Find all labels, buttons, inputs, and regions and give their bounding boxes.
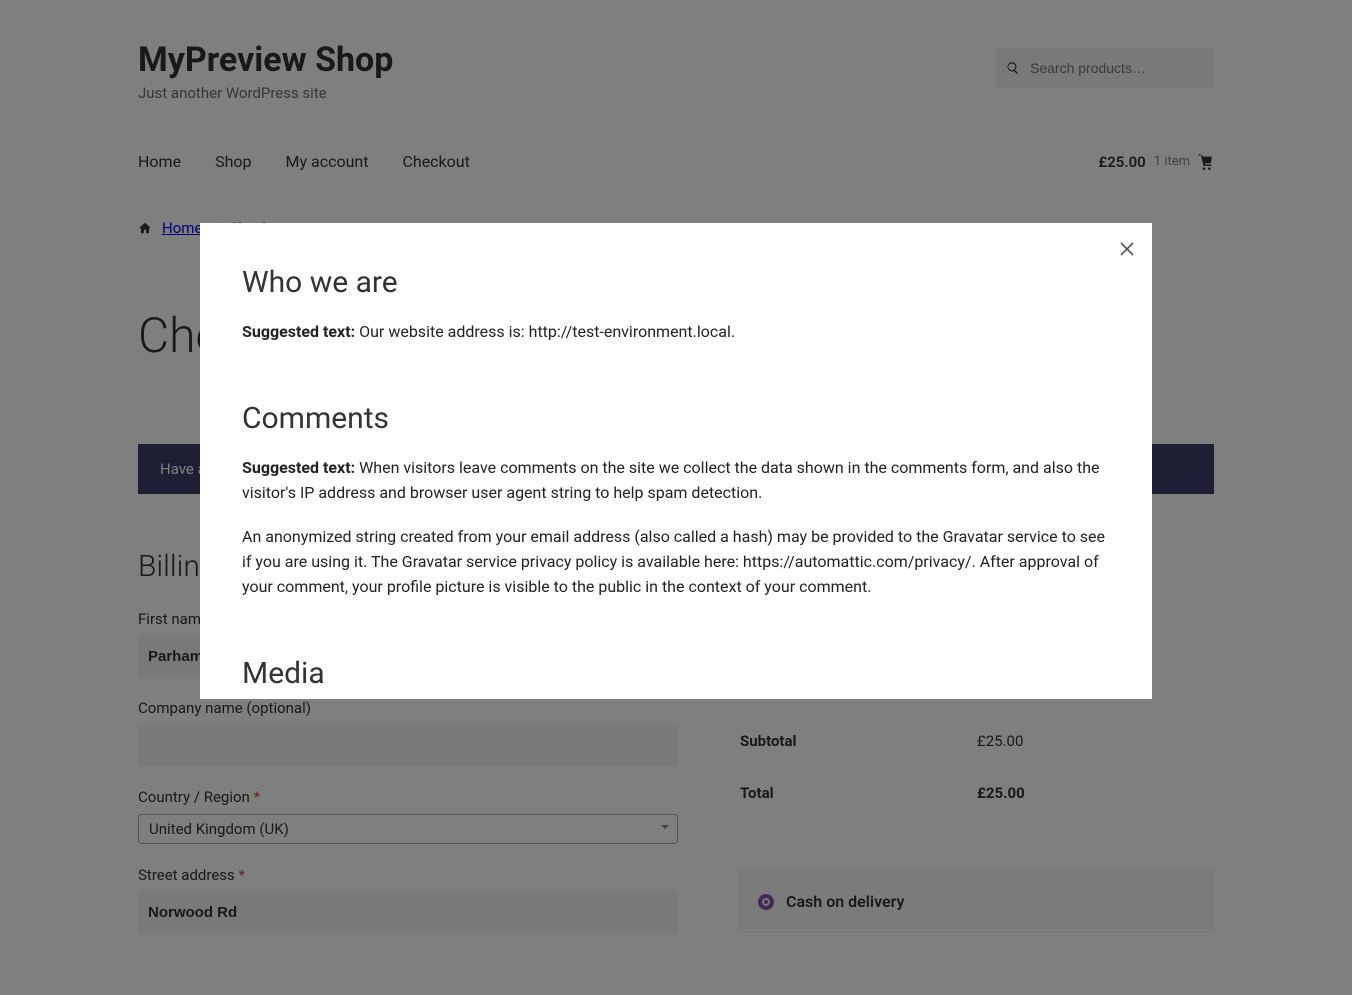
modal-p-comments-2: An anonymized string created from your e… (242, 525, 1110, 599)
modal-p-comments-1: Suggested text: When visitors leave comm… (242, 456, 1110, 506)
privacy-policy-modal: Who we are Suggested text: Our website a… (200, 223, 1152, 699)
close-icon (1120, 242, 1134, 256)
close-button[interactable] (1120, 239, 1134, 262)
modal-overlay[interactable]: Who we are Suggested text: Our website a… (0, 0, 1352, 995)
modal-heading-who: Who we are (242, 265, 1110, 300)
modal-heading-comments: Comments (242, 401, 1110, 436)
modal-heading-media: Media (242, 656, 1110, 691)
modal-p-who: Suggested text: Our website address is: … (242, 320, 1110, 345)
